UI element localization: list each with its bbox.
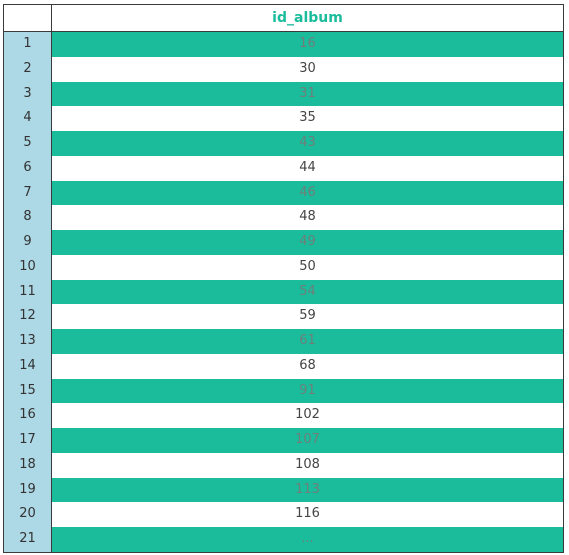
id-album-cell[interactable]: 48 [52,205,563,230]
id-album-cell[interactable]: 68 [52,353,563,379]
row-number: 20 [4,502,52,527]
id-album-cell[interactable]: 91 [52,378,563,404]
row-number: 19 [4,477,52,503]
id-album-cell[interactable]: 50 [52,254,563,280]
row-number: 7 [4,180,52,206]
id-album-cell[interactable]: 16 [52,32,563,57]
table-row[interactable]: 6 44 [4,155,563,181]
row-number: 18 [4,452,52,478]
table-header: id_album [4,5,563,32]
table-row[interactable]: 13 61 [4,329,563,354]
id-album-cell[interactable]: 49 [52,230,563,255]
table-row[interactable]: 1 16 [4,32,563,57]
table-row[interactable]: 16 102 [4,403,563,428]
table-row[interactable]: 20 116 [4,502,563,527]
table-row[interactable]: 19 113 [4,477,563,503]
row-number: 14 [4,353,52,379]
id-album-cell[interactable]: 30 [52,56,563,82]
table-row[interactable]: 18 108 [4,452,563,478]
row-number: 6 [4,155,52,181]
row-number: 12 [4,304,52,329]
id-album-cell[interactable]: 54 [52,279,563,305]
table-row[interactable]: 3 31 [4,81,563,107]
table-body: 1 16 2 30 3 31 4 35 5 43 6 44 7 46 8 48 9 49 10 50 11 54 12 59 1… [4,32,563,552]
table-row[interactable]: 10 50 [4,254,563,280]
table-row[interactable]: 8 48 [4,205,563,230]
id-album-cell[interactable]: 107 [52,428,563,453]
id-album-cell[interactable]: 108 [52,452,563,478]
table-row[interactable]: 9 49 [4,230,563,255]
id-album-cell[interactable]: 116 [52,502,563,527]
table-row[interactable]: 11 54 [4,279,563,305]
index-header-corner [4,5,52,31]
table-row[interactable]: 21... [4,527,563,552]
row-number: 4 [4,106,52,131]
row-number: 21 [4,527,52,552]
table-row[interactable]: 7 46 [4,180,563,206]
table-row[interactable]: 17 107 [4,428,563,453]
id-album-cell[interactable]: 35 [52,106,563,131]
row-number: 5 [4,131,52,156]
id-album-cell[interactable]: 113 [52,477,563,503]
row-number: 9 [4,230,52,255]
data-table: id_album 1 16 2 30 3 31 4 35 5 43 6 44 7 46 8 48 9 49 10 50… [3,4,564,553]
row-number: 3 [4,81,52,107]
row-number: 2 [4,56,52,82]
column-header-id-album[interactable]: id_album [52,5,563,31]
id-album-cell[interactable]: ... [52,527,563,552]
table-row[interactable]: 15 91 [4,378,563,404]
row-number: 10 [4,254,52,280]
row-number: 13 [4,329,52,354]
row-number: 1 [4,32,52,57]
table-row[interactable]: 5 43 [4,131,563,156]
table-row[interactable]: 14 68 [4,353,563,379]
table-row[interactable]: 4 35 [4,106,563,131]
row-number: 15 [4,378,52,404]
id-album-cell[interactable]: 102 [52,403,563,428]
row-number: 17 [4,428,52,453]
id-album-cell[interactable]: 61 [52,329,563,354]
row-number: 11 [4,279,52,305]
table-row[interactable]: 2 30 [4,56,563,82]
id-album-cell[interactable]: 31 [52,81,563,107]
id-album-cell[interactable]: 59 [52,304,563,329]
id-album-cell[interactable]: 46 [52,180,563,206]
id-album-cell[interactable]: 44 [52,155,563,181]
row-number: 8 [4,205,52,230]
id-album-cell[interactable]: 43 [52,131,563,156]
table-row[interactable]: 12 59 [4,304,563,329]
row-number: 16 [4,403,52,428]
